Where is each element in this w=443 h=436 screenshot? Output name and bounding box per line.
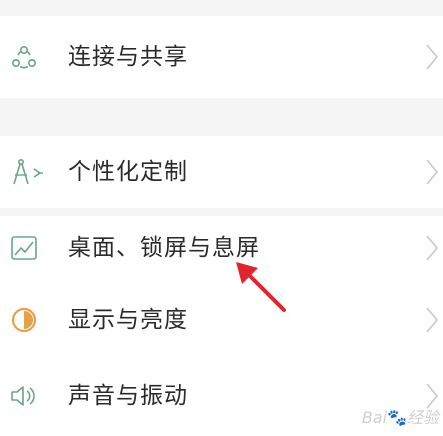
- watermark-suffix: 经验: [406, 408, 439, 427]
- settings-item-label: 声音与振动: [68, 383, 188, 409]
- watermark-brand: Bai: [361, 408, 388, 427]
- settings-item-label: 连接与共享: [68, 44, 188, 70]
- settings-item-desktop-lockscreen[interactable]: 桌面、锁屏与息屏: [0, 216, 443, 280]
- chevron-right-icon: [425, 158, 439, 186]
- settings-item-display-brightness[interactable]: 显示与亮度: [0, 280, 443, 360]
- annotation-arrow-icon: [230, 258, 300, 318]
- connect-share-icon: [9, 43, 39, 73]
- divider: [0, 208, 443, 216]
- watermark: Bai🐾经验: [362, 404, 439, 428]
- chevron-right-icon: [425, 234, 439, 262]
- settings-item-personalize[interactable]: 个性化定制: [0, 136, 443, 208]
- settings-item-connect-share[interactable]: 连接与共享: [0, 16, 443, 98]
- section-gap-top: [0, 0, 443, 16]
- sound-vibration-icon: [9, 381, 39, 411]
- chevron-right-icon: [425, 43, 439, 71]
- star-sparkle-icon: [31, 157, 45, 187]
- paw-icon: 🐾: [387, 408, 407, 427]
- section-gap: [0, 98, 443, 136]
- settings-item-label: 显示与亮度: [68, 307, 188, 333]
- wallpaper-icon: [9, 233, 39, 263]
- chevron-right-icon: [425, 306, 439, 334]
- display-brightness-icon: [9, 305, 39, 335]
- settings-item-label: 个性化定制: [68, 159, 188, 185]
